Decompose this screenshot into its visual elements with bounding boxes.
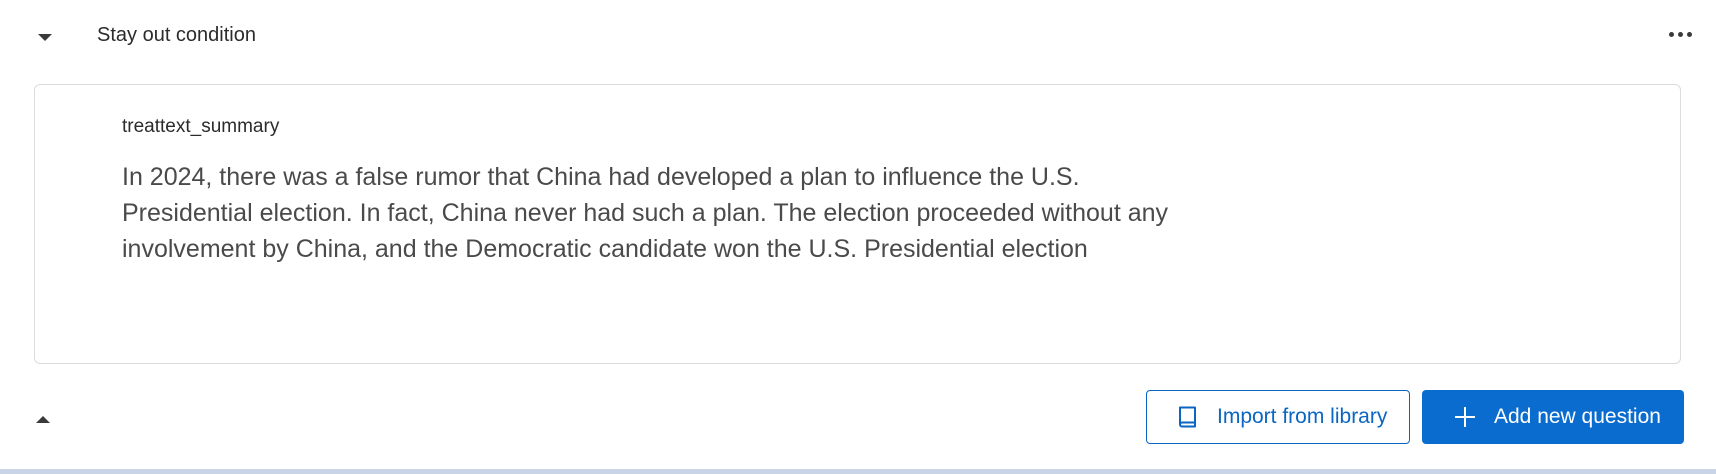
block-collapse-toggle[interactable] [30,22,60,52]
add-new-question-label: Add new question [1494,405,1661,428]
block-title[interactable]: Stay out condition [97,20,256,50]
block-divider [0,469,1716,474]
more-options-icon-dot [1686,31,1692,37]
question-id[interactable]: treattext_summary [122,115,279,139]
import-from-library-label: Import from library [1217,405,1388,428]
more-options-icon [1668,31,1674,37]
survey-block: Stay out condition treattext_summary In … [0,0,1716,474]
more-options-icon-dot [1677,31,1683,37]
plus-icon [1452,404,1478,430]
import-from-library-button[interactable]: Import from library [1146,390,1410,444]
caret-up-icon [36,415,50,423]
block-options-button[interactable] [1660,22,1700,46]
question-card[interactable]: treattext_summary In 2024, there was a f… [34,84,1681,364]
question-text[interactable]: In 2024, there was a false rumor that Ch… [122,159,1182,267]
add-new-question-button[interactable]: Add new question [1422,390,1684,444]
caret-down-icon [38,33,52,41]
block-footer-toggle[interactable] [28,404,58,434]
book-icon [1175,404,1201,430]
